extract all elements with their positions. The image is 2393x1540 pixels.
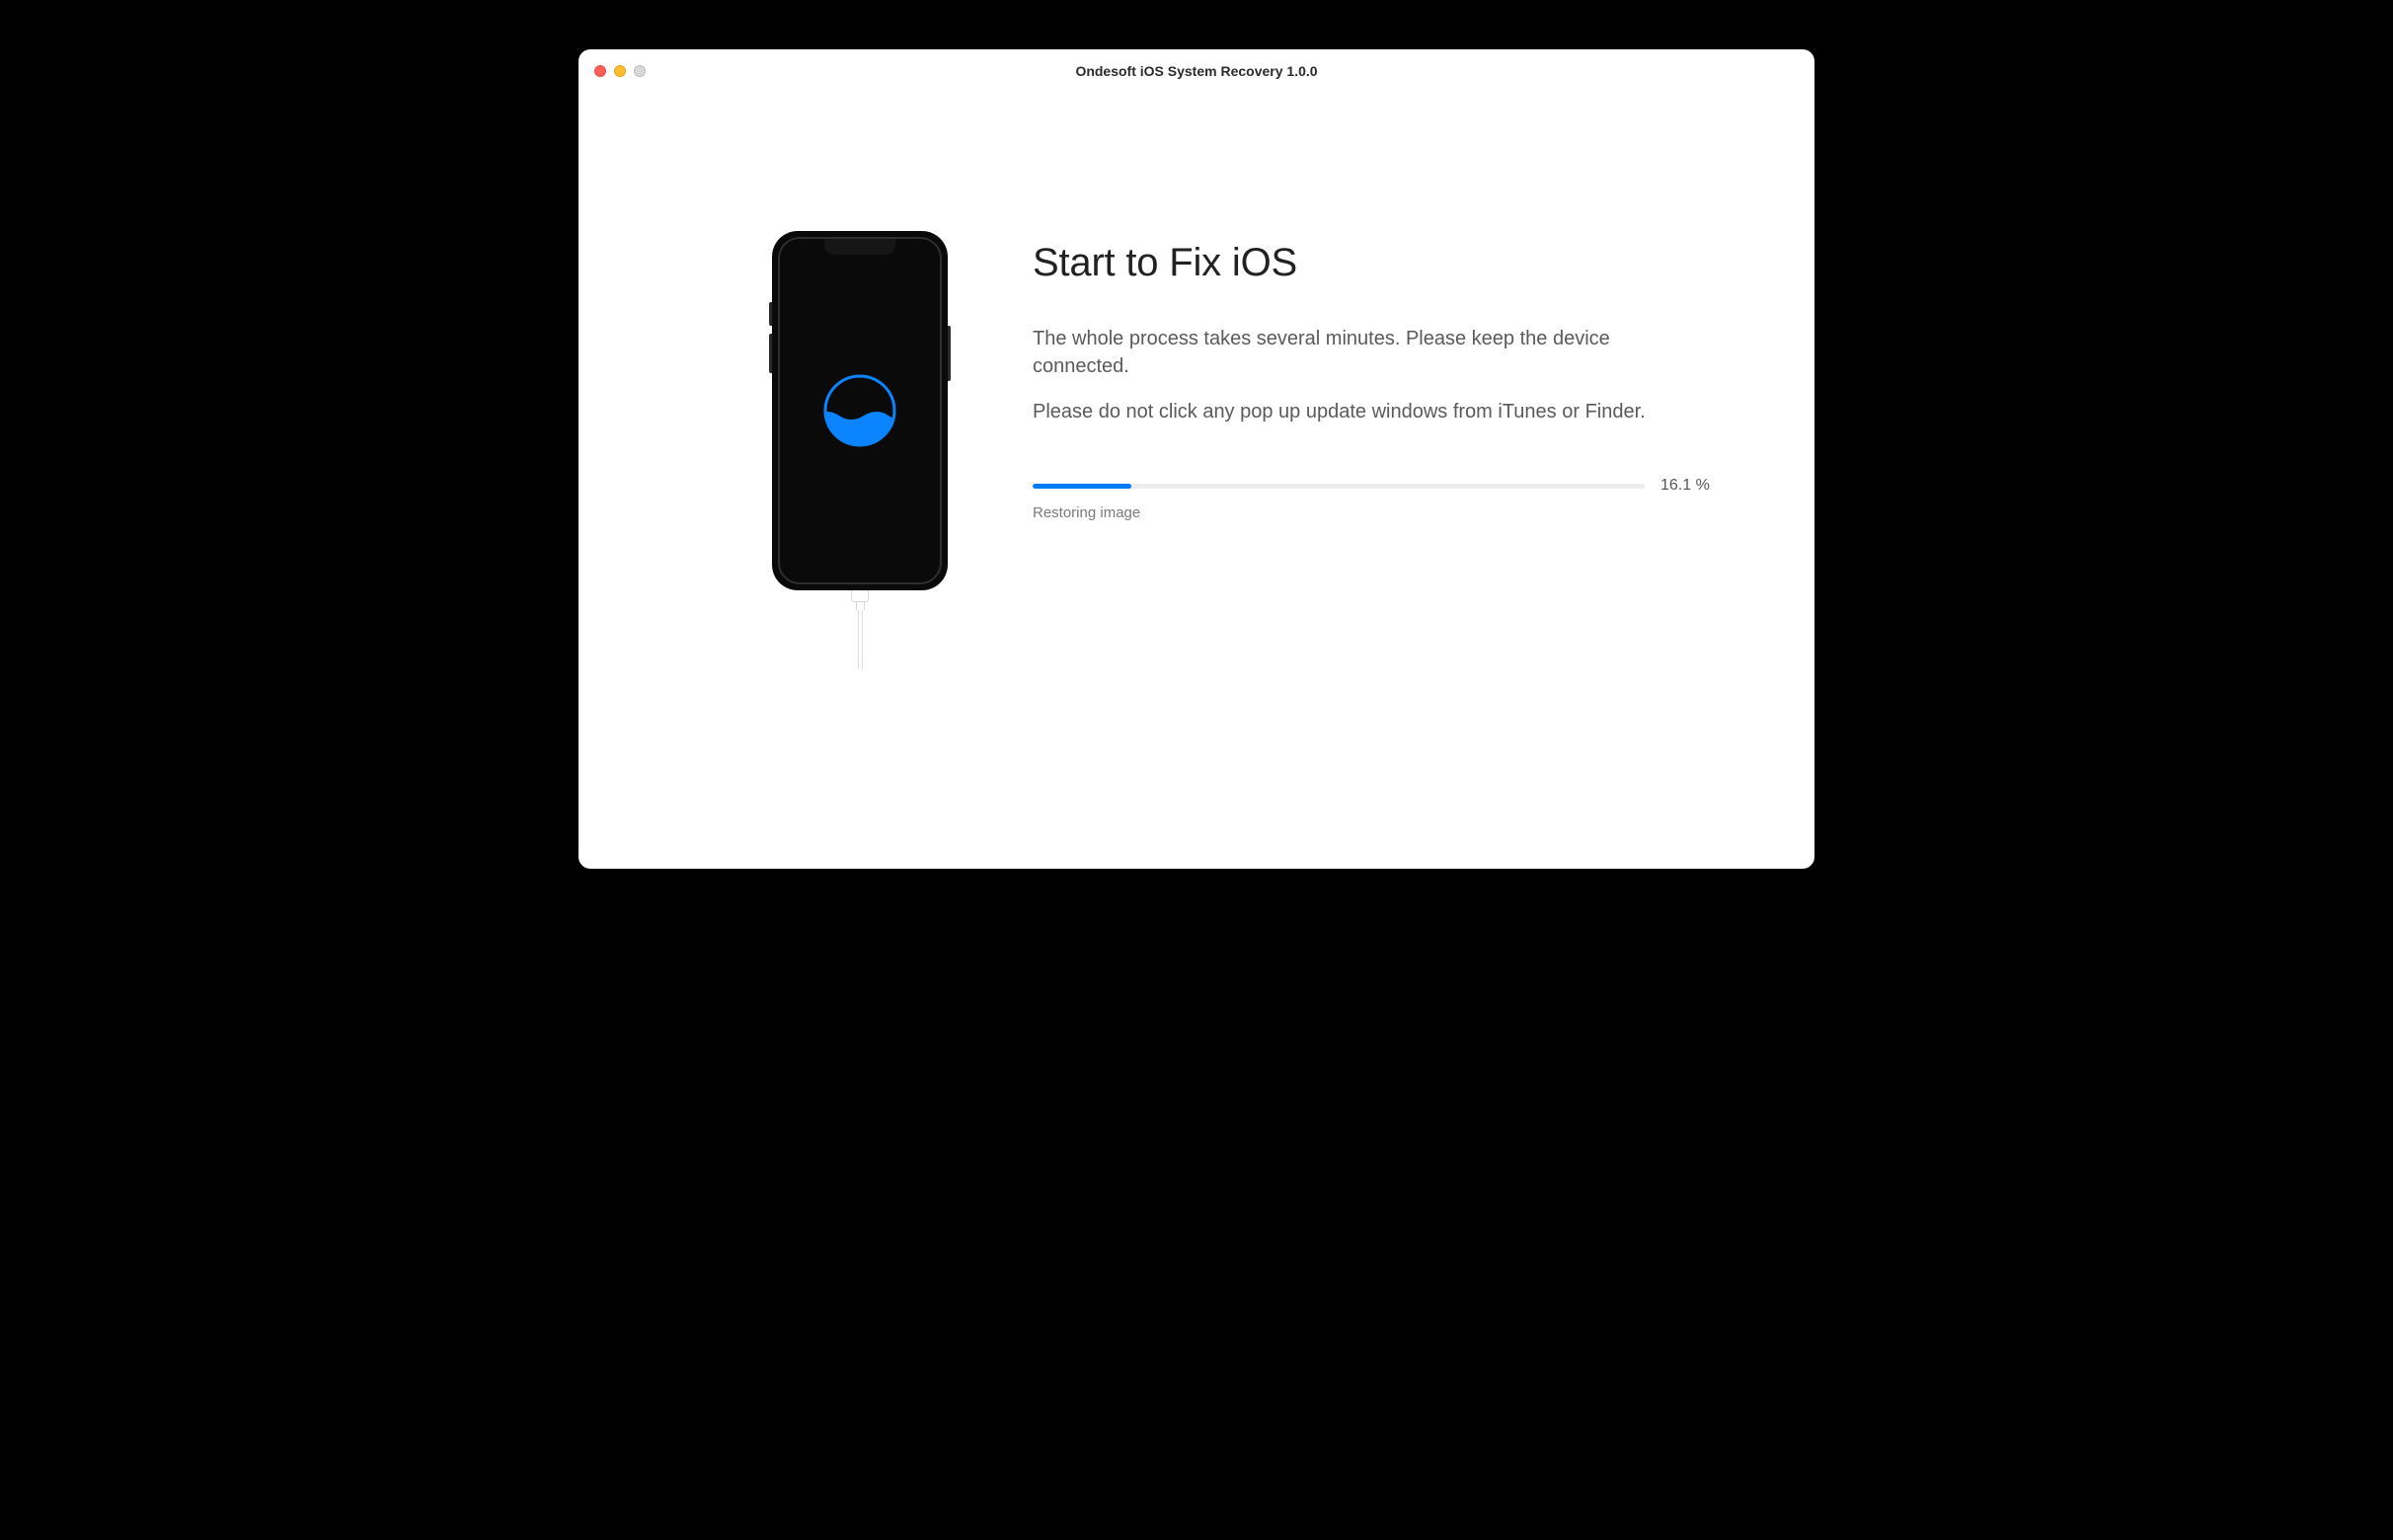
maximize-window-button bbox=[634, 65, 646, 77]
page-heading: Start to Fix iOS bbox=[1033, 241, 1736, 285]
progress-column: Start to Fix iOS The whole process takes… bbox=[973, 211, 1736, 809]
iphone-notch bbox=[824, 239, 895, 255]
app-window: Ondesoft iOS System Recovery 1.0.0 bbox=[579, 49, 1814, 869]
lightning-cable-illustration bbox=[843, 590, 877, 669]
liquid-fill-icon bbox=[819, 370, 900, 451]
progress-percent-label: 16.1 % bbox=[1660, 477, 1712, 495]
device-illustration-column bbox=[746, 211, 973, 809]
progress-bar-fill bbox=[1033, 484, 1131, 489]
cable-connector bbox=[851, 590, 869, 602]
cable-wire bbox=[858, 610, 863, 669]
window-controls bbox=[594, 65, 646, 77]
iphone-power-button bbox=[948, 326, 951, 381]
titlebar: Ondesoft iOS System Recovery 1.0.0 bbox=[579, 49, 1814, 93]
instruction-text-1: The whole process takes several minutes.… bbox=[1033, 325, 1704, 380]
progress-status-text: Restoring image bbox=[1033, 504, 1736, 521]
instruction-text-2: Please do not click any pop up update wi… bbox=[1033, 398, 1736, 425]
cable-neck bbox=[856, 602, 865, 610]
iphone-side-button bbox=[769, 334, 772, 373]
iphone-illustration bbox=[772, 231, 948, 590]
progress-bar-row: 16.1 % bbox=[1033, 477, 1736, 495]
iphone-side-button bbox=[769, 302, 772, 326]
window-title: Ondesoft iOS System Recovery 1.0.0 bbox=[579, 63, 1814, 79]
close-window-button[interactable] bbox=[594, 65, 606, 77]
minimize-window-button[interactable] bbox=[614, 65, 626, 77]
progress-bar bbox=[1033, 484, 1645, 489]
main-content: Start to Fix iOS The whole process takes… bbox=[579, 93, 1814, 869]
